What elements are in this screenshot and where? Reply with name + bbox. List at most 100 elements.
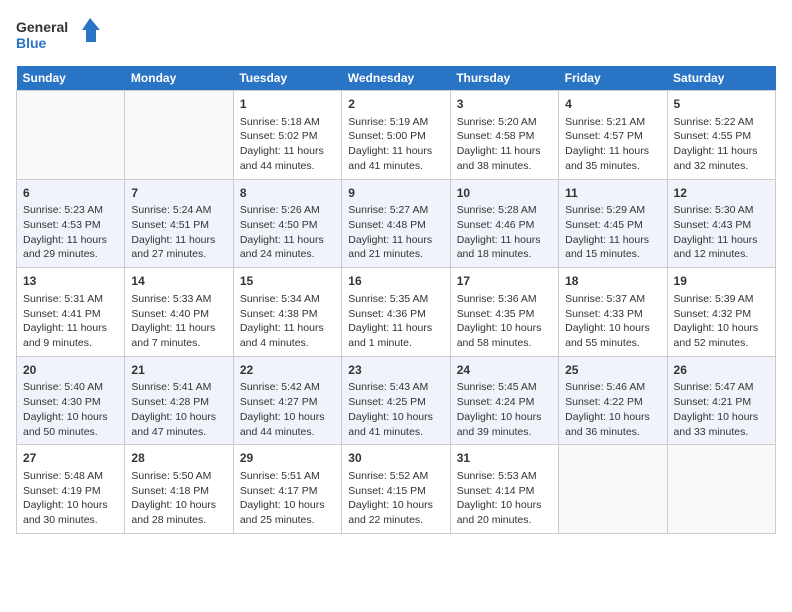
calendar-cell: 1Sunrise: 5:18 AMSunset: 5:02 PMDaylight… bbox=[233, 91, 341, 180]
day-info: Sunrise: 5:39 AM bbox=[674, 292, 769, 307]
day-info: Daylight: 10 hours bbox=[457, 321, 552, 336]
day-info: and 41 minutes. bbox=[348, 425, 443, 440]
day-info: and 44 minutes. bbox=[240, 425, 335, 440]
calendar-cell: 25Sunrise: 5:46 AMSunset: 4:22 PMDayligh… bbox=[559, 356, 667, 445]
day-info: Sunrise: 5:27 AM bbox=[348, 203, 443, 218]
day-info: and 41 minutes. bbox=[348, 159, 443, 174]
day-info: Daylight: 10 hours bbox=[131, 410, 226, 425]
day-info: and 52 minutes. bbox=[674, 336, 769, 351]
day-info: Sunset: 4:40 PM bbox=[131, 307, 226, 322]
calendar-week-row: 20Sunrise: 5:40 AMSunset: 4:30 PMDayligh… bbox=[17, 356, 776, 445]
day-info: Daylight: 10 hours bbox=[565, 410, 660, 425]
day-number: 6 bbox=[23, 185, 118, 202]
calendar-cell: 12Sunrise: 5:30 AMSunset: 4:43 PMDayligh… bbox=[667, 179, 775, 268]
weekday-header: Wednesday bbox=[342, 66, 450, 91]
day-info: Daylight: 10 hours bbox=[23, 410, 118, 425]
day-number: 29 bbox=[240, 450, 335, 467]
day-number: 23 bbox=[348, 362, 443, 379]
day-info: and 27 minutes. bbox=[131, 247, 226, 262]
calendar-cell: 27Sunrise: 5:48 AMSunset: 4:19 PMDayligh… bbox=[17, 445, 125, 534]
calendar-table: SundayMondayTuesdayWednesdayThursdayFrid… bbox=[16, 66, 776, 534]
day-info: Sunrise: 5:30 AM bbox=[674, 203, 769, 218]
day-info: Sunset: 4:32 PM bbox=[674, 307, 769, 322]
day-info: Sunrise: 5:26 AM bbox=[240, 203, 335, 218]
day-info: Sunrise: 5:33 AM bbox=[131, 292, 226, 307]
logo-icon: General Blue bbox=[16, 16, 106, 54]
calendar-cell: 10Sunrise: 5:28 AMSunset: 4:46 PMDayligh… bbox=[450, 179, 558, 268]
day-info: Sunset: 4:46 PM bbox=[457, 218, 552, 233]
weekday-header: Friday bbox=[559, 66, 667, 91]
day-info: Sunset: 4:19 PM bbox=[23, 484, 118, 499]
day-info: and 22 minutes. bbox=[348, 513, 443, 528]
day-info: and 55 minutes. bbox=[565, 336, 660, 351]
day-info: and 33 minutes. bbox=[674, 425, 769, 440]
day-info: and 25 minutes. bbox=[240, 513, 335, 528]
day-number: 22 bbox=[240, 362, 335, 379]
day-info: Sunset: 4:35 PM bbox=[457, 307, 552, 322]
svg-text:General: General bbox=[16, 19, 68, 35]
day-info: Daylight: 10 hours bbox=[674, 321, 769, 336]
day-info: Sunrise: 5:52 AM bbox=[348, 469, 443, 484]
day-number: 8 bbox=[240, 185, 335, 202]
day-info: Daylight: 10 hours bbox=[23, 498, 118, 513]
calendar-cell: 9Sunrise: 5:27 AMSunset: 4:48 PMDaylight… bbox=[342, 179, 450, 268]
day-info: and 38 minutes. bbox=[457, 159, 552, 174]
day-info: Sunset: 4:53 PM bbox=[23, 218, 118, 233]
calendar-cell: 4Sunrise: 5:21 AMSunset: 4:57 PMDaylight… bbox=[559, 91, 667, 180]
svg-text:Blue: Blue bbox=[16, 35, 47, 51]
day-number: 26 bbox=[674, 362, 769, 379]
day-number: 19 bbox=[674, 273, 769, 290]
day-info: Sunset: 4:36 PM bbox=[348, 307, 443, 322]
calendar-cell: 17Sunrise: 5:36 AMSunset: 4:35 PMDayligh… bbox=[450, 268, 558, 357]
calendar-cell bbox=[17, 91, 125, 180]
day-number: 20 bbox=[23, 362, 118, 379]
day-info: Sunset: 4:43 PM bbox=[674, 218, 769, 233]
day-info: Sunset: 4:22 PM bbox=[565, 395, 660, 410]
day-number: 17 bbox=[457, 273, 552, 290]
calendar-cell bbox=[667, 445, 775, 534]
day-info: Sunrise: 5:19 AM bbox=[348, 115, 443, 130]
day-info: Daylight: 11 hours bbox=[23, 233, 118, 248]
day-info: Sunrise: 5:31 AM bbox=[23, 292, 118, 307]
day-info: Daylight: 10 hours bbox=[457, 498, 552, 513]
calendar-cell: 20Sunrise: 5:40 AMSunset: 4:30 PMDayligh… bbox=[17, 356, 125, 445]
day-info: Sunset: 4:51 PM bbox=[131, 218, 226, 233]
day-info: Sunrise: 5:23 AM bbox=[23, 203, 118, 218]
day-number: 15 bbox=[240, 273, 335, 290]
day-info: Daylight: 11 hours bbox=[240, 233, 335, 248]
day-info: and 1 minute. bbox=[348, 336, 443, 351]
day-number: 28 bbox=[131, 450, 226, 467]
day-info: and 9 minutes. bbox=[23, 336, 118, 351]
calendar-cell: 26Sunrise: 5:47 AMSunset: 4:21 PMDayligh… bbox=[667, 356, 775, 445]
day-info: Daylight: 11 hours bbox=[240, 321, 335, 336]
calendar-cell: 21Sunrise: 5:41 AMSunset: 4:28 PMDayligh… bbox=[125, 356, 233, 445]
day-info: Sunrise: 5:37 AM bbox=[565, 292, 660, 307]
day-info: Daylight: 11 hours bbox=[240, 144, 335, 159]
day-info: and 4 minutes. bbox=[240, 336, 335, 351]
logo: General Blue bbox=[16, 16, 106, 54]
calendar-cell: 7Sunrise: 5:24 AMSunset: 4:51 PMDaylight… bbox=[125, 179, 233, 268]
day-info: and 32 minutes. bbox=[674, 159, 769, 174]
calendar-cell: 29Sunrise: 5:51 AMSunset: 4:17 PMDayligh… bbox=[233, 445, 341, 534]
day-info: Daylight: 11 hours bbox=[348, 321, 443, 336]
day-info: Daylight: 11 hours bbox=[348, 233, 443, 248]
day-info: Sunrise: 5:24 AM bbox=[131, 203, 226, 218]
day-number: 1 bbox=[240, 96, 335, 113]
day-info: Sunrise: 5:40 AM bbox=[23, 380, 118, 395]
day-info: Sunrise: 5:35 AM bbox=[348, 292, 443, 307]
day-info: Sunrise: 5:45 AM bbox=[457, 380, 552, 395]
calendar-cell: 15Sunrise: 5:34 AMSunset: 4:38 PMDayligh… bbox=[233, 268, 341, 357]
day-info: and 12 minutes. bbox=[674, 247, 769, 262]
day-info: Sunset: 4:21 PM bbox=[674, 395, 769, 410]
page-header: General Blue bbox=[16, 16, 776, 54]
day-info: Daylight: 11 hours bbox=[674, 233, 769, 248]
day-info: Daylight: 10 hours bbox=[240, 498, 335, 513]
day-info: Sunset: 4:33 PM bbox=[565, 307, 660, 322]
day-info: Sunset: 4:30 PM bbox=[23, 395, 118, 410]
day-info: Sunrise: 5:47 AM bbox=[674, 380, 769, 395]
day-number: 21 bbox=[131, 362, 226, 379]
day-info: Sunrise: 5:18 AM bbox=[240, 115, 335, 130]
day-number: 3 bbox=[457, 96, 552, 113]
day-number: 5 bbox=[674, 96, 769, 113]
day-info: and 30 minutes. bbox=[23, 513, 118, 528]
